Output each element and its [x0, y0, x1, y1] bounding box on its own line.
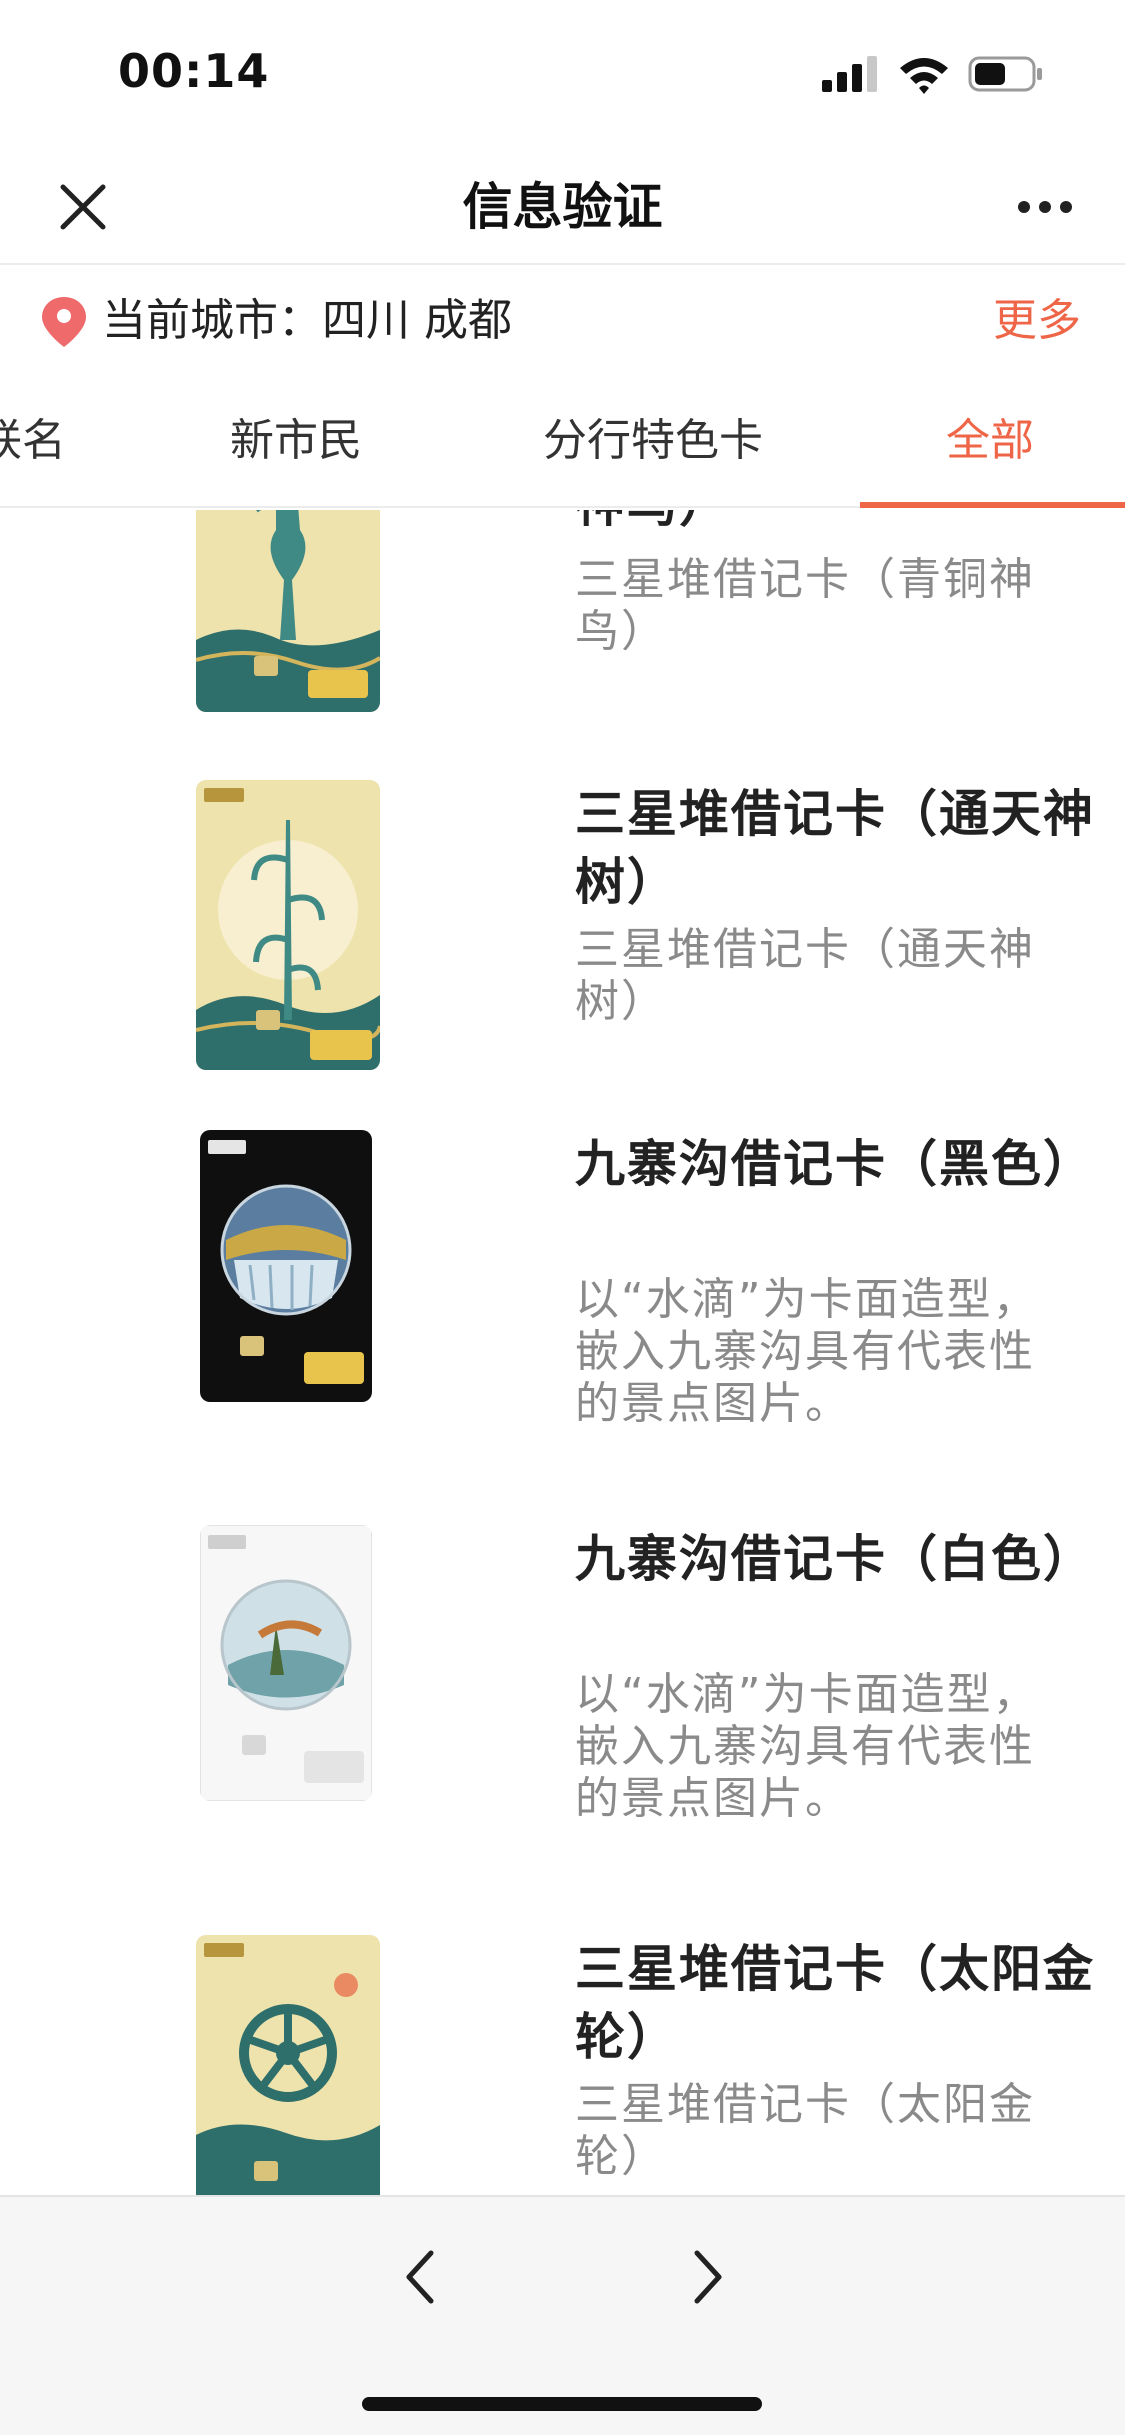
chevron-left-icon	[406, 2250, 434, 2304]
list-item[interactable]: 三星堆借记卡（太阳金轮） 三星堆借记卡（太阳金轮）	[0, 1935, 1125, 2195]
chevron-right-icon	[694, 2250, 722, 2304]
item-desc: 以“水滴”为卡面造型，嵌入九寨沟具有代表性的景点图片。	[575, 1274, 1039, 1429]
tab-co-branded[interactable]: 联名	[0, 410, 66, 472]
nav-bar: 信息验证	[0, 150, 1125, 265]
category-tabs: 联名 新市民 分行特色卡 全部	[0, 380, 1125, 508]
list-item[interactable]: 九寨沟借记卡（白色） 以“水滴”为卡面造型，嵌入九寨沟具有代表性的景点图片。	[0, 1525, 1125, 1925]
item-desc: 以“水滴”为卡面造型，嵌入九寨沟具有代表性的景点图片。	[575, 1669, 1039, 1824]
forward-button[interactable]	[678, 2237, 738, 2317]
card-image-sacred-tree	[196, 780, 380, 1070]
list-item[interactable]: 九寨沟借记卡（黑色） 以“水滴”为卡面造型，嵌入九寨沟具有代表性的景点图片。	[0, 1130, 1125, 1530]
page-title: 信息验证	[462, 178, 663, 236]
list-item[interactable]: 神鸟） 三星堆借记卡（青铜神鸟）	[0, 510, 1125, 770]
bottom-toolbar	[0, 2195, 1125, 2435]
item-desc: 三星堆借记卡（青铜神鸟）	[575, 554, 1035, 657]
active-tab-indicator	[860, 502, 1125, 508]
battery-icon	[968, 56, 1042, 92]
tab-new-citizen[interactable]: 新市民	[230, 410, 362, 472]
status-bar: 00:14	[0, 0, 1125, 150]
item-title: 九寨沟借记卡（白色）	[575, 1530, 1095, 1588]
list-item[interactable]: 三星堆借记卡（通天神树） 三星堆借记卡（通天神树）	[0, 780, 1125, 1140]
location-pin-icon	[42, 297, 86, 347]
card-image-sun-wheel	[196, 1935, 380, 2195]
tab-all[interactable]: 全部	[946, 410, 1034, 472]
card-list[interactable]: 神鸟） 三星堆借记卡（青铜神鸟） 三星堆借记卡（通天神树） 三星堆借记卡（通天神…	[0, 510, 1125, 2195]
card-image-bronze-bird	[196, 510, 380, 712]
home-indicator[interactable]	[362, 2397, 762, 2411]
card-image-jiuzhai-black	[200, 1130, 372, 1402]
tab-branch-featured[interactable]: 分行特色卡	[543, 410, 763, 472]
city-row: 当前城市：四川 成都 更多	[0, 267, 1125, 377]
item-title: 三星堆借记卡（通天神树）	[575, 785, 1095, 911]
wifi-icon	[900, 58, 948, 94]
card-image-jiuzhai-white	[200, 1525, 372, 1801]
back-button[interactable]	[390, 2237, 450, 2317]
more-options-button[interactable]	[1010, 172, 1080, 242]
item-desc: 三星堆借记卡（太阳金轮）	[575, 2079, 1035, 2182]
more-dots-icon	[1018, 201, 1072, 213]
more-cities-link[interactable]: 更多	[993, 291, 1081, 351]
current-city-label: 当前城市：四川 成都	[102, 295, 512, 346]
status-time: 00:14	[118, 44, 270, 98]
item-title: 九寨沟借记卡（黑色）	[575, 1135, 1095, 1193]
item-title: 三星堆借记卡（太阳金轮）	[575, 1940, 1095, 2066]
item-desc: 三星堆借记卡（通天神树）	[575, 924, 1035, 1027]
item-title: 神鸟）	[575, 510, 1095, 538]
signal-icon	[822, 56, 877, 92]
